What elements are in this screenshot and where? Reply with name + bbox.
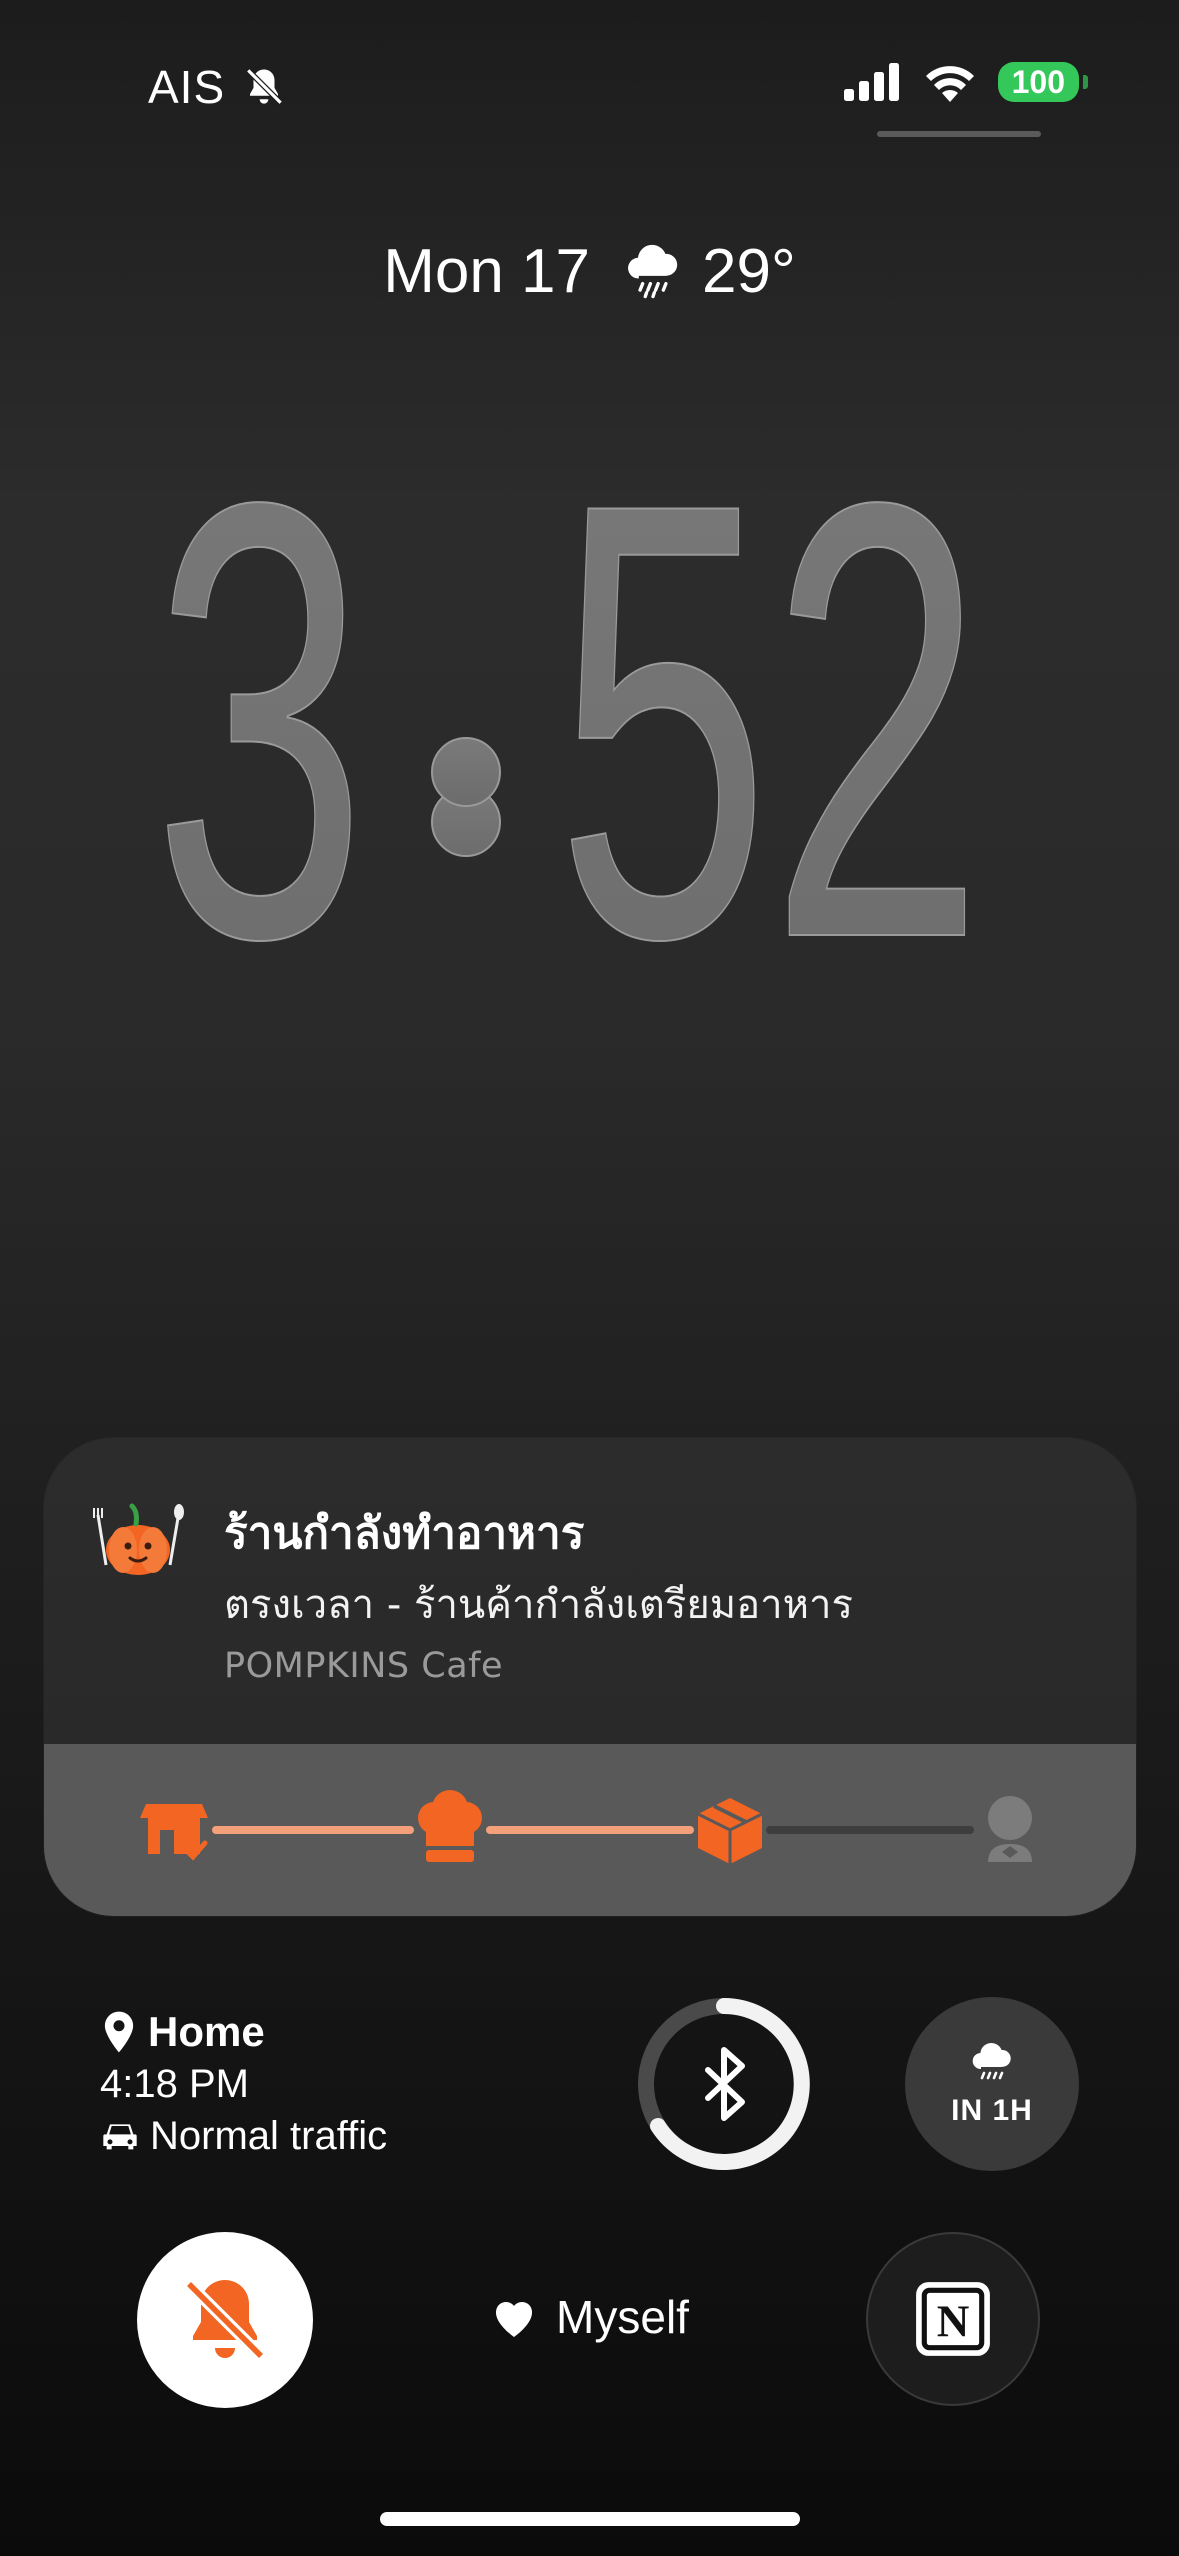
status-indicators: 100 [843, 62, 1089, 102]
clock-colon-bottom [431, 737, 501, 807]
control-center-handle[interactable] [877, 131, 1041, 137]
destination-row: Home [100, 2006, 387, 2058]
eta-label: 4:18 PM [100, 2062, 249, 2106]
pompkins-logo-icon [93, 1503, 184, 1575]
bluetooth-icon [705, 2047, 745, 2121]
clock-hour: 3 [153, 375, 367, 1010]
clock-minutes: 52 [556, 375, 984, 1010]
carrier-label: AIS [148, 60, 285, 114]
carrier-name: AIS [148, 61, 226, 113]
traffic-row: Normal traffic [100, 2110, 387, 2162]
live-activity-card[interactable]: ร้านกำลังทำอาหาร ตรงเวลา - ร้านค้ากำลังเ… [44, 1438, 1136, 1916]
bell-slash-icon [246, 68, 283, 105]
car-icon [103, 2124, 137, 2150]
cloud-rain-icon [628, 244, 678, 298]
maps-widget[interactable]: Home 4:18 PM Normal traffic [100, 2006, 387, 2162]
package-icon [697, 1798, 763, 1864]
location-pin-icon [104, 2011, 134, 2053]
eta-row: 4:18 PM [100, 2058, 387, 2110]
rain-forecast-label: IN 1H [951, 2094, 1033, 2127]
destination-label: Home [148, 2008, 265, 2055]
date-weather-row[interactable]: Mon 17 29° [0, 236, 1179, 307]
traffic-label: Normal traffic [150, 2114, 388, 2158]
wifi-icon [925, 66, 974, 102]
activity-store-name: POMPKINS Cafe [224, 1646, 503, 1686]
chef-hat-icon [418, 1790, 482, 1862]
notion-icon: N [916, 2282, 990, 2356]
order-progress-track [140, 1790, 1032, 1864]
svg-text:N: N [937, 2296, 970, 2346]
rain-forecast-widget[interactable]: IN 1H [905, 1997, 1079, 2171]
activity-title: ร้านกำลังทำอาหาร [224, 1508, 585, 1559]
battery-indicator: 100 [997, 62, 1089, 102]
home-indicator[interactable] [380, 2512, 800, 2526]
weather-summary: 29° [622, 236, 796, 307]
date-label: Mon 17 [383, 237, 591, 306]
activity-subtitle: ตรงเวลา - ร้านค้ากำลังเตรียมอาหาร [224, 1582, 853, 1628]
live-activity-progress [44, 1744, 1136, 1916]
cellular-signal-icon [843, 63, 899, 101]
cloud-rain-icon [972, 2043, 1011, 2080]
heart-icon [496, 2301, 533, 2337]
lockscreen-clock: 3 52 [152, 374, 984, 1010]
temperature-label: 29° [702, 237, 796, 306]
bluetooth-widget[interactable] [636, 1996, 812, 2172]
delivery-person-icon [988, 1796, 1032, 1862]
store-check-icon [140, 1804, 208, 1861]
notion-shortcut-button[interactable]: N [866, 2232, 1040, 2406]
battery-level: 100 [1011, 63, 1065, 100]
focus-label: Myself [556, 2291, 689, 2343]
